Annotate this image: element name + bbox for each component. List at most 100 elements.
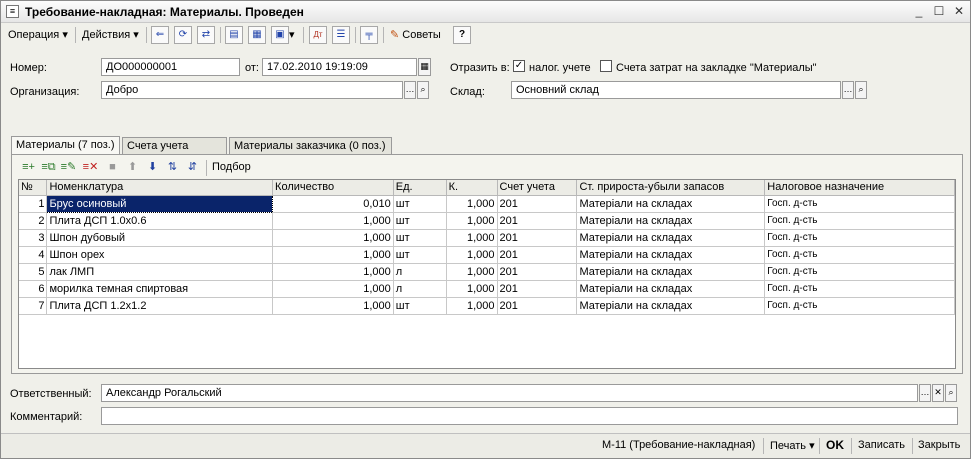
close-icon[interactable]: ✕ <box>950 4 968 20</box>
row-quantity[interactable]: 1,000 <box>272 229 394 247</box>
responsible-select-icon[interactable]: … <box>919 384 931 402</box>
post-document-icon[interactable]: ▤ <box>225 26 243 44</box>
maximize-icon[interactable]: ☐ <box>930 4 948 20</box>
row-quantity[interactable]: 1,000 <box>272 263 394 281</box>
col-header-coefficient[interactable]: К. <box>446 180 498 196</box>
responsible-field[interactable]: Александр Рогальский <box>101 384 918 402</box>
row-tax-purpose[interactable]: Госп. д-сть <box>764 246 955 264</box>
table-row[interactable]: 1 Брус осиновый 0,010 шт 1,000 201 Матер… <box>19 194 955 213</box>
col-header-inventory-item[interactable]: Ст. прироста-убыли запасов <box>576 180 766 196</box>
row-unit[interactable]: шт <box>393 195 447 213</box>
row-unit[interactable]: шт <box>393 212 447 230</box>
move-down-icon[interactable]: ⬇ <box>144 159 161 175</box>
edit-row-icon[interactable]: ≡✎ <box>60 159 77 175</box>
table-row[interactable]: 5 лак ЛМП 1,000 л 1,000 201 Матеріали на… <box>19 263 955 281</box>
row-coefficient[interactable]: 1,000 <box>446 297 498 315</box>
help-icon[interactable]: ? <box>453 26 471 44</box>
col-header-account[interactable]: Счет учета <box>497 180 578 196</box>
row-tax-purpose[interactable]: Госп. д-сть <box>764 212 955 230</box>
print-menu[interactable]: Печать ▾ <box>770 439 815 452</box>
table-row[interactable]: 3 Шпон дубовый 1,000 шт 1,000 201 Матері… <box>19 229 955 247</box>
org-select-icon[interactable]: … <box>404 81 416 99</box>
col-header-nomenclature[interactable]: Номенклатура <box>46 180 274 196</box>
table-row[interactable]: 7 Плита ДСП 1.2х1.2 1,000 шт 1,000 201 М… <box>19 297 955 315</box>
tax-accounting-checkbox[interactable]: ✓ <box>513 60 525 72</box>
move-up-icon[interactable]: ⬆ <box>124 159 141 175</box>
actions-menu[interactable]: Действия ▾ <box>79 26 142 44</box>
debit-credit-icon[interactable]: Дт <box>309 26 327 44</box>
row-unit[interactable]: шт <box>393 246 447 264</box>
table-row[interactable]: 6 морилка темная спиртовая 1,000 л 1,000… <box>19 280 955 298</box>
row-unit[interactable]: шт <box>393 229 447 247</box>
row-account[interactable]: 201 <box>497 297 578 315</box>
structure-icon[interactable]: ╤ <box>360 26 378 44</box>
row-quantity[interactable]: 0,010 <box>272 195 394 213</box>
end-edit-icon[interactable]: ■ <box>104 159 121 175</box>
responsible-clear-icon[interactable]: ✕ <box>932 384 944 402</box>
pick-button[interactable]: Подбор <box>212 161 251 173</box>
org-search-icon[interactable]: ⌕ <box>417 81 429 99</box>
warehouse-search-icon[interactable]: ⌕ <box>855 81 867 99</box>
row-nomenclature[interactable]: Плита ДСП 1.2х1.2 <box>46 297 274 315</box>
row-inventory-item[interactable]: Матеріали на складах <box>576 229 766 247</box>
unpost-document-icon[interactable]: ▦ <box>248 26 266 44</box>
sort-descending-icon[interactable]: ⇵ <box>184 159 201 175</box>
row-inventory-item[interactable]: Матеріали на складах <box>576 246 766 264</box>
col-header-quantity[interactable]: Количество <box>272 180 394 196</box>
col-header-unit[interactable]: Ед. <box>393 180 447 196</box>
print-form-button[interactable]: М-11 (Требование-накладная) <box>602 439 755 451</box>
row-coefficient[interactable]: 1,000 <box>446 263 498 281</box>
row-inventory-item[interactable]: Матеріали на складах <box>576 212 766 230</box>
number-field[interactable]: ДО000000001 <box>101 58 240 76</box>
row-account[interactable]: 201 <box>497 280 578 298</box>
row-nomenclature[interactable]: Шпон дубовый <box>46 229 274 247</box>
add-row-icon[interactable]: ≡+ <box>20 159 37 175</box>
sort-ascending-icon[interactable]: ⇅ <box>164 159 181 175</box>
row-nomenclature[interactable]: Плита ДСП 1.0х0.6 <box>46 212 274 230</box>
advice-button[interactable]: ✎ Советы <box>387 26 444 44</box>
row-account[interactable]: 201 <box>497 212 578 230</box>
ok-button[interactable]: OK <box>826 438 844 452</box>
row-quantity[interactable]: 1,000 <box>272 297 394 315</box>
save-button[interactable]: Записать <box>858 439 905 451</box>
exchange-icon[interactable]: ⇄ <box>197 26 215 44</box>
row-coefficient[interactable]: 1,000 <box>446 212 498 230</box>
tab-cost-accounts[interactable]: Счета учета затрат <box>122 137 227 166</box>
minimize-icon[interactable]: _ <box>910 4 928 20</box>
row-inventory-item[interactable]: Матеріали на складах <box>576 195 766 213</box>
row-quantity[interactable]: 1,000 <box>272 246 394 264</box>
costs-on-tab-checkbox[interactable] <box>600 60 612 72</box>
tab-customer-materials[interactable]: Материалы заказчика (0 поз.) <box>229 137 392 154</box>
warehouse-field[interactable]: Основний склад <box>511 81 841 99</box>
delete-row-icon[interactable]: ≡✕ <box>82 159 99 175</box>
row-tax-purpose[interactable]: Госп. д-сть <box>764 280 955 298</box>
row-quantity[interactable]: 1,000 <box>272 212 394 230</box>
row-inventory-item[interactable]: Матеріали на складах <box>576 280 766 298</box>
tab-materials[interactable]: Материалы (7 поз.) <box>11 136 120 155</box>
row-account[interactable]: 201 <box>497 229 578 247</box>
row-tax-purpose[interactable]: Госп. д-сть <box>764 229 955 247</box>
journal-icon[interactable]: ☰ <box>332 26 350 44</box>
go-back-icon[interactable]: ⇐ <box>151 26 169 44</box>
row-tax-purpose[interactable]: Госп. д-сть <box>764 195 955 213</box>
comment-field[interactable] <box>101 407 958 425</box>
row-account[interactable]: 201 <box>497 195 578 213</box>
row-tax-purpose[interactable]: Госп. д-сть <box>764 263 955 281</box>
calendar-icon[interactable]: ▦ <box>418 58 431 76</box>
date-field[interactable]: 17.02.2010 19:19:09 <box>262 58 417 76</box>
close-button[interactable]: Закрыть <box>918 439 960 451</box>
row-unit[interactable]: шт <box>393 297 447 315</box>
row-nomenclature[interactable]: Брус осиновый <box>46 194 274 213</box>
organization-field[interactable]: Добро <box>101 81 403 99</box>
row-coefficient[interactable]: 1,000 <box>446 195 498 213</box>
row-quantity[interactable]: 1,000 <box>272 280 394 298</box>
copy-row-icon[interactable]: ≡⧉ <box>40 159 57 175</box>
row-tax-purpose[interactable]: Госп. д-сть <box>764 297 955 315</box>
col-header-number[interactable]: № <box>19 180 48 196</box>
table-row[interactable]: 2 Плита ДСП 1.0х0.6 1,000 шт 1,000 201 М… <box>19 212 955 230</box>
responsible-search-icon[interactable]: ⌕ <box>945 384 957 402</box>
row-unit[interactable]: л <box>393 280 447 298</box>
row-account[interactable]: 201 <box>497 263 578 281</box>
warehouse-select-icon[interactable]: … <box>842 81 854 99</box>
row-inventory-item[interactable]: Матеріали на складах <box>576 297 766 315</box>
